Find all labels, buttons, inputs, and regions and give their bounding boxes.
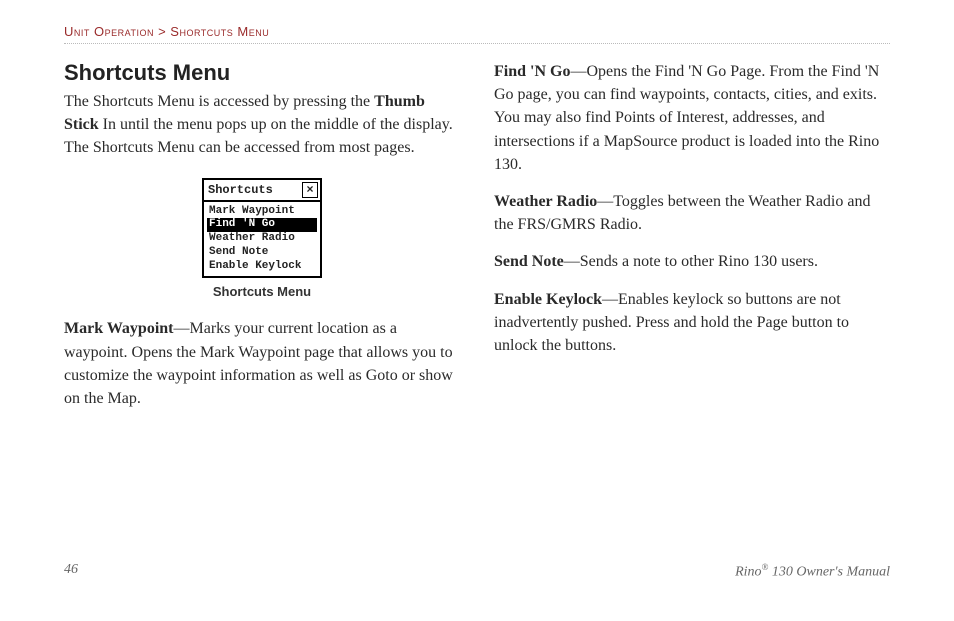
entry-term: Enable Keylock	[494, 291, 602, 308]
lcd-item: Send Note	[207, 246, 317, 260]
lcd-item: Weather Radio	[207, 232, 317, 246]
left-column: Shortcuts Menu The Shortcuts Menu is acc…	[64, 60, 460, 424]
figure-caption: Shortcuts Menu	[64, 284, 460, 299]
intro-text-1: The Shortcuts Menu is accessed by pressi…	[64, 93, 374, 110]
manual-prefix: Rino	[735, 565, 761, 580]
lcd-menu: Mark Waypoint Find 'N Go Weather Radio S…	[204, 202, 320, 277]
close-icon: ×	[302, 182, 318, 198]
lcd-titlebar: Shortcuts ×	[204, 180, 320, 202]
right-column: Find 'N Go—Opens the Find 'N Go Page. Fr…	[494, 60, 890, 424]
lcd-item-selected: Find 'N Go	[207, 218, 317, 232]
lcd-item: Mark Waypoint	[207, 205, 317, 219]
entry-weather-radio: Weather Radio—Toggles between the Weathe…	[494, 190, 890, 236]
content-columns: Shortcuts Menu The Shortcuts Menu is acc…	[64, 60, 890, 424]
manual-page: Unit Operation > Shortcuts Menu Shortcut…	[0, 0, 954, 621]
page-title: Shortcuts Menu	[64, 60, 460, 86]
entry-term: Weather Radio	[494, 193, 597, 210]
breadcrumb-separator: >	[154, 24, 170, 39]
breadcrumb-page: Shortcuts Menu	[170, 24, 269, 39]
entry-term: Find 'N Go	[494, 63, 570, 80]
page-footer: 46 Rino® 130 Owner's Manual	[64, 562, 890, 581]
breadcrumb: Unit Operation > Shortcuts Menu	[64, 24, 890, 39]
manual-title: Rino® 130 Owner's Manual	[735, 562, 890, 581]
entry-send-note: Send Note—Sends a note to other Rino 130…	[494, 250, 890, 273]
entry-find-n-go: Find 'N Go—Opens the Find 'N Go Page. Fr…	[494, 60, 890, 176]
entry-mark-waypoint: Mark Waypoint—Marks your current locatio…	[64, 317, 460, 410]
entry-term: Mark Waypoint	[64, 320, 174, 337]
entry-enable-keylock: Enable Keylock—Enables keylock so button…	[494, 288, 890, 358]
shortcuts-figure: Shortcuts × Mark Waypoint Find 'N Go Wea…	[64, 178, 460, 300]
breadcrumb-section: Unit Operation	[64, 24, 154, 39]
lcd-title-text: Shortcuts	[208, 183, 273, 197]
manual-suffix: 130 Owner's Manual	[768, 565, 890, 580]
intro-paragraph: The Shortcuts Menu is accessed by pressi…	[64, 90, 460, 160]
lcd-item: Enable Keylock	[207, 260, 317, 274]
lcd-window: Shortcuts × Mark Waypoint Find 'N Go Wea…	[202, 178, 322, 279]
page-number: 46	[64, 562, 78, 581]
entry-desc: —Sends a note to other Rino 130 users.	[564, 253, 818, 270]
header-rule	[64, 43, 890, 44]
intro-text-2: In until the menu pops up on the middle …	[64, 116, 453, 156]
entry-term: Send Note	[494, 253, 564, 270]
